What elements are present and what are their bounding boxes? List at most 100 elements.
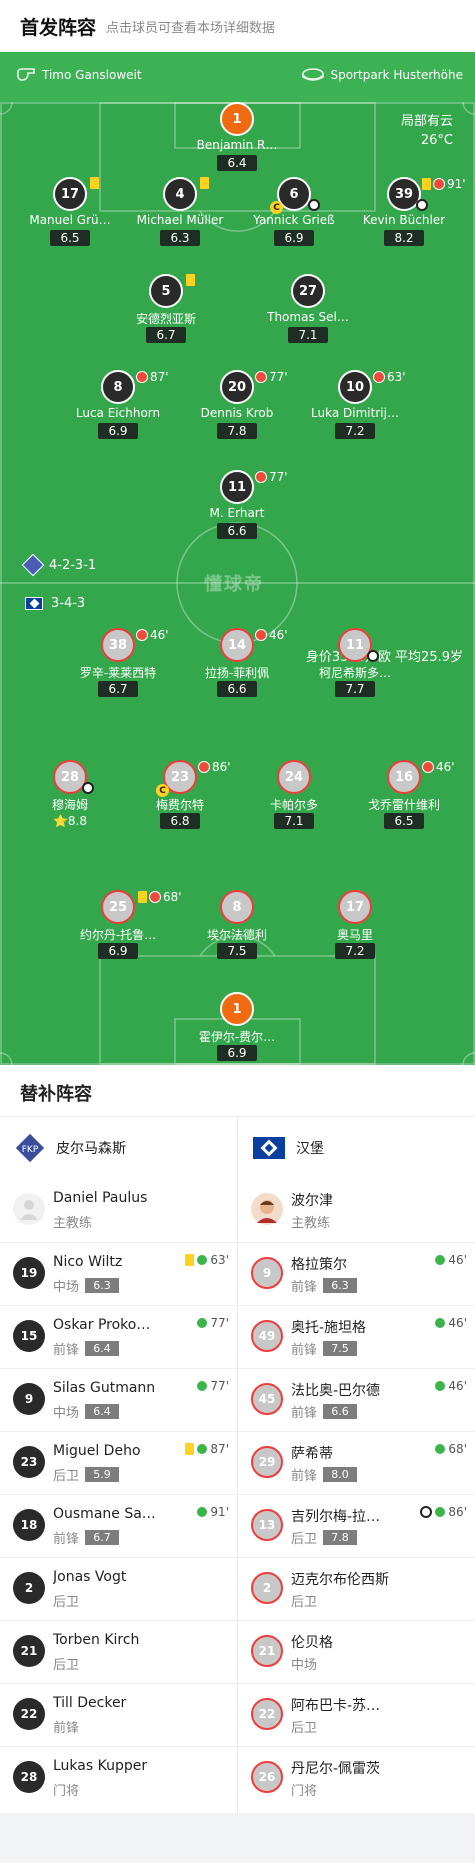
away-player[interactable]: 23 C 86' 梅费尔特 6.8 (120, 760, 240, 840)
player-name: Kevin Büchler (362, 213, 446, 227)
sub-player[interactable]: 19 Nico Wiltz 中场 6.3 63' (0, 1242, 237, 1305)
player-position: 后卫 7.8 (291, 1528, 358, 1547)
sub-in-icon (434, 1317, 447, 1329)
player-rating: 6.7 (146, 327, 186, 343)
yellow-card-icon (185, 1254, 195, 1266)
home-player[interactable]: 11 77' M. Erhart 6.6 (177, 470, 297, 550)
coach-role: 主教练 (291, 1212, 330, 1231)
position-text: 前锋 (53, 1721, 80, 1736)
sub-out-icon (373, 371, 385, 383)
home-player[interactable]: 4 Michael Müller 6.3 (120, 177, 240, 257)
position-text: 后卫 (291, 1532, 318, 1547)
events: 77' (196, 1379, 229, 1393)
yellow-card-icon (422, 178, 431, 190)
event-minute: 46' (436, 760, 455, 774)
rating-value: 8.8 (67, 814, 88, 828)
events (90, 177, 99, 189)
away-player[interactable]: 38 46' 罗辛-莱莱西特 6.7 (58, 628, 178, 708)
player-number: 27 (291, 274, 325, 308)
player-name: 拉扬-菲利佩 (204, 666, 270, 680)
away-team[interactable]: 汉堡 (238, 1117, 475, 1179)
home-player[interactable]: 20 77' Dennis Krob 7.8 (177, 370, 297, 450)
sub-player[interactable]: 26 丹尼尔-佩雷茨 门将 (238, 1746, 475, 1809)
player-name: Benjamin R… (196, 138, 278, 152)
away-player[interactable]: 14 46' 拉扬-菲利佩 6.6 (177, 628, 297, 708)
home-team[interactable]: FKP 皮尔马森斯 (0, 1117, 237, 1179)
sub-player[interactable]: 23 Miguel Deho 后卫 5.9 87' (0, 1431, 237, 1494)
sub-player[interactable]: 49 奥托-施坦格 前锋 7.5 46' (238, 1305, 475, 1368)
away-player[interactable]: 1 霍伊尔-费尔… 6.9 (177, 992, 297, 1065)
sub-player[interactable]: 2 迈克尔布伦西斯 后卫 (238, 1557, 475, 1620)
home-player[interactable]: 6 C Yannick Grieß 6.9 (234, 177, 354, 257)
yellow-card-icon (186, 274, 195, 286)
sub-player[interactable]: 13 吉列尔梅-拉… 后卫 7.8 86' (238, 1494, 475, 1557)
player-rating: 6.3 (85, 1278, 120, 1293)
away-player[interactable]: 25 68' 约尔丹-托鲁… 6.9 (58, 890, 182, 970)
assist-icon (416, 199, 428, 211)
player-position: 中场 6.4 (53, 1402, 120, 1421)
events (416, 199, 428, 211)
away-player[interactable]: 8 埃尔法德利 7.5 (177, 890, 297, 970)
away-coach[interactable]: 波尔津 主教练 (238, 1179, 475, 1242)
sub-out-icon (255, 371, 267, 383)
sub-player[interactable]: 22 阿布巴卡-苏… 后卫 (238, 1683, 475, 1746)
player-number: 4 (163, 177, 197, 211)
player-rating: 6.4 (85, 1404, 120, 1419)
home-coach[interactable]: Daniel Paulus 主教练 (0, 1179, 237, 1242)
event-minute: 63' (210, 1253, 229, 1267)
player-number: 14 (220, 628, 254, 662)
player-position: 前锋 (53, 1717, 79, 1736)
sub-player[interactable]: 22 Till Decker 前锋 (0, 1683, 237, 1746)
player-name: Michael Müller (136, 213, 224, 227)
position-text: 前锋 (291, 1343, 318, 1358)
event-minute: 91' (210, 1505, 229, 1519)
sub-player[interactable]: 28 Lukas Kupper 门将 (0, 1746, 237, 1809)
player-position: 后卫 (53, 1654, 79, 1673)
player-name: Ousmane Sa… (53, 1506, 156, 1522)
away-player[interactable]: 28 穆海姆 ⭐8.8 (10, 760, 130, 840)
away-player[interactable]: 17 奥马里 7.2 (295, 890, 415, 970)
sub-player[interactable]: 2 Jonas Vogt 后卫 (0, 1557, 237, 1620)
sub-out-icon (255, 471, 267, 483)
assist-icon (82, 782, 94, 794)
player-name: Till Decker (53, 1695, 127, 1711)
player-number: 9 (13, 1383, 45, 1415)
home-player[interactable]: 5 安德烈亚斯 6.7 (106, 274, 226, 354)
player-rating: 7.2 (335, 423, 375, 439)
sub-in-icon (434, 1254, 447, 1266)
home-player[interactable]: 8 87' Luca Eichhorn 6.9 (58, 370, 178, 450)
player-name: Nico Wiltz (53, 1254, 123, 1270)
event-minute: 77' (210, 1316, 229, 1330)
player-position: 前锋 6.4 (53, 1339, 120, 1358)
sub-player[interactable]: 18 Ousmane Sa… 前锋 6.7 91' (0, 1494, 237, 1557)
home-player[interactable]: 27 Thomas Sel… 7.1 (248, 274, 368, 354)
sub-player[interactable]: 9 格拉策尔 前锋 6.3 46' (238, 1242, 475, 1305)
sub-player[interactable]: 9 Silas Gutmann 中场 6.4 77' (0, 1368, 237, 1431)
event-minute: 86' (212, 760, 231, 774)
away-player[interactable]: 16 46' 戈乔雷什维利 6.5 (344, 760, 464, 840)
sub-player[interactable]: 15 Oskar Proko… 前锋 6.4 77' (0, 1305, 237, 1368)
home-player[interactable]: 1 Benjamin R… 6.4 (177, 102, 297, 182)
sub-player[interactable]: 45 法比奥-巴尔德 前锋 6.6 46' (238, 1368, 475, 1431)
sub-player[interactable]: 29 萨希蒂 前锋 8.0 68' (238, 1431, 475, 1494)
sub-out-icon (422, 761, 434, 773)
goal-icon (308, 199, 320, 211)
player-name: 穆海姆 (51, 798, 88, 812)
sub-player[interactable]: 21 伦贝格 中场 (238, 1620, 475, 1683)
sub-player[interactable]: 21 Torben Kirch 后卫 (0, 1620, 237, 1683)
event-minute: 91' (447, 177, 466, 191)
event-minute: 77' (269, 370, 288, 384)
events: 91' (422, 177, 466, 191)
player-name: Silas Gutmann (53, 1380, 156, 1396)
home-player[interactable]: 10 63' Luka Dimitrij… 7.2 (295, 370, 415, 450)
events: 91' (196, 1505, 229, 1519)
weather: 局部有云 26°C (401, 112, 453, 150)
away-player[interactable]: 24 卡帕尔多 7.1 (234, 760, 354, 840)
away-player[interactable]: 11 柯尼希斯多… 7.7 (295, 628, 415, 708)
home-player[interactable]: 17 Manuel Grü… 6.5 (10, 177, 130, 257)
player-number: 25 (101, 890, 135, 924)
events: 77' (255, 370, 288, 384)
home-player[interactable]: 39 91' Kevin Büchler 8.2 (344, 177, 466, 257)
sub-out-icon (136, 629, 148, 641)
pitch: Timo Gansloweit Sportpark Husterhöhe 局部有… (0, 52, 475, 1065)
